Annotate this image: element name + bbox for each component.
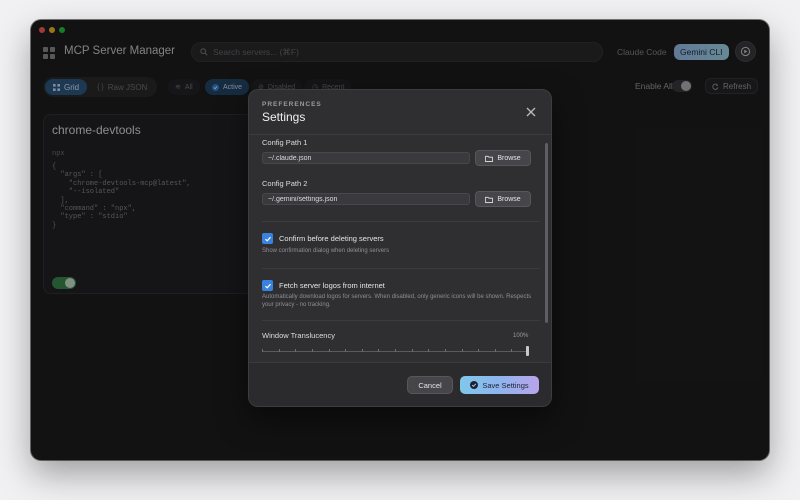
config-path-1-label: Config Path 1	[262, 138, 308, 147]
config-path-2-label: Config Path 2	[262, 179, 308, 188]
translucency-slider-thumb[interactable]	[526, 346, 529, 356]
settings-body[interactable]: Config Path 1 Browse Config Path 2 Brows…	[249, 135, 551, 362]
slider-tick	[511, 349, 513, 352]
section-divider	[262, 221, 540, 222]
slider-tick	[395, 349, 396, 352]
slider-tick	[311, 349, 313, 352]
slider-tick	[478, 349, 480, 352]
settings-dialog: PREFERENCES Settings Config Path 1 Brows…	[248, 89, 552, 407]
dialog-title: Settings	[262, 110, 306, 124]
dialog-kicker: PREFERENCES	[262, 101, 322, 108]
slider-tick	[428, 349, 430, 352]
slider-tick	[278, 349, 280, 352]
fetch-logos-description: Automatically download logos for servers…	[262, 294, 532, 308]
slider-tick	[361, 349, 363, 352]
slider-tick	[411, 349, 413, 352]
slider-tick	[494, 349, 496, 352]
confirm-delete-checkbox[interactable]	[262, 233, 273, 244]
translucency-label: Window Translucency	[262, 331, 335, 340]
slider-tick	[262, 349, 263, 352]
slider-tick	[444, 349, 446, 352]
check-circle-icon	[470, 381, 479, 389]
fetch-logos-label[interactable]: Fetch server logos from internet	[279, 281, 385, 290]
config-path-1-field[interactable]	[262, 152, 470, 164]
browse-label: Browse	[497, 154, 521, 162]
browse-button-2[interactable]: Browse	[475, 191, 531, 207]
save-settings-label: Save Settings	[482, 380, 529, 390]
section-divider	[262, 268, 540, 269]
folder-icon	[485, 196, 494, 203]
slider-tick	[461, 349, 463, 352]
config-path-2-field[interactable]	[262, 193, 470, 205]
save-settings-button[interactable]: Save Settings	[460, 376, 539, 394]
folder-icon	[485, 155, 494, 162]
confirm-delete-description: Show confirmation dialog when deleting s…	[262, 248, 390, 254]
slider-tick	[345, 349, 347, 352]
slider-tick	[295, 349, 297, 352]
check-icon	[264, 283, 271, 289]
browse-label: Browse	[497, 195, 521, 203]
fetch-logos-checkbox[interactable]	[262, 280, 273, 291]
section-divider	[262, 320, 540, 321]
slider-tick	[378, 349, 380, 352]
translucency-value: 100%	[513, 333, 529, 339]
dialog-scrollbar[interactable]	[545, 143, 548, 323]
confirm-delete-label[interactable]: Confirm before deleting servers	[279, 234, 384, 243]
slider-tick	[328, 349, 330, 352]
browse-button-1[interactable]: Browse	[475, 150, 531, 166]
check-icon	[264, 236, 271, 242]
cancel-button[interactable]: Cancel	[407, 376, 453, 394]
close-icon[interactable]	[525, 106, 537, 118]
